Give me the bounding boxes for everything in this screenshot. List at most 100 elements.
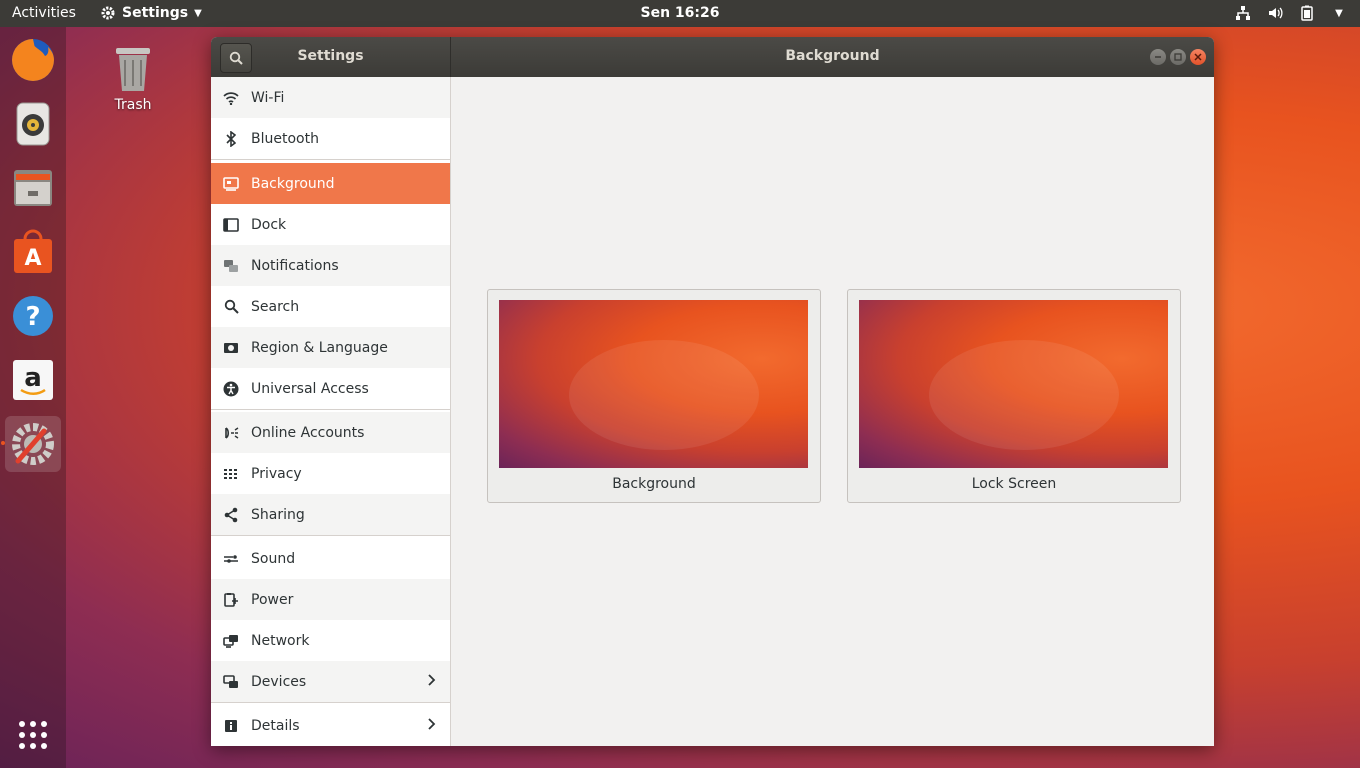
svg-text:A: A	[24, 246, 41, 271]
sound-icon	[221, 549, 241, 569]
sidebar-item-privacy[interactable]: Privacy	[211, 453, 450, 494]
desktop-trash[interactable]: Trash	[100, 45, 166, 113]
search-icon	[221, 297, 241, 317]
network-icon	[221, 631, 241, 651]
sidebar-item-label: Privacy	[251, 465, 302, 482]
page-title: Background	[785, 48, 880, 64]
chevron-right-icon	[428, 674, 436, 690]
sidebar-item-bluetooth[interactable]: Bluetooth	[211, 118, 450, 159]
minimize-icon	[1155, 56, 1161, 58]
top-bar: Activities Settings ▼ Sen 16:26 ▼	[0, 0, 1360, 27]
close-icon	[1194, 53, 1202, 61]
sidebar-item-network[interactable]: Network	[211, 620, 450, 661]
dock-icon	[221, 215, 241, 235]
network-wired-icon[interactable]	[1234, 4, 1252, 22]
svg-text:?: ?	[25, 302, 40, 332]
sidebar-item-wifi[interactable]: Wi-Fi	[211, 77, 450, 118]
help-icon: ?	[13, 296, 53, 336]
trash-icon	[116, 48, 150, 91]
sidebar-item-label: Bluetooth	[251, 130, 319, 147]
system-tray[interactable]: ▼	[1234, 4, 1348, 22]
sidebar-item-label: Search	[251, 298, 300, 315]
dock: A ? a	[0, 27, 66, 768]
firefox-launcher[interactable]	[5, 32, 61, 88]
sidebar-separator	[211, 535, 450, 536]
lock-screen-preview	[859, 300, 1168, 468]
sidebar-item-label: Universal Access	[251, 380, 369, 397]
sidebar-item-label: Notifications	[251, 257, 339, 274]
close-button[interactable]	[1190, 49, 1206, 65]
chevron-down-icon: ▼	[194, 7, 202, 19]
sidebar-item-label: Network	[251, 632, 310, 649]
power-icon	[221, 590, 241, 610]
running-indicator	[1, 441, 5, 445]
sidebar-separator	[211, 159, 450, 160]
svg-text:a: a	[24, 363, 42, 393]
notifications-icon	[221, 256, 241, 276]
amazon-launcher[interactable]: a	[5, 352, 61, 408]
sidebar-item-dock[interactable]: Dock	[211, 204, 450, 245]
sidebar-item-label: Wi-Fi	[251, 89, 285, 106]
software-launcher[interactable]: A	[5, 224, 61, 280]
chevron-down-icon[interactable]: ▼	[1330, 4, 1348, 22]
show-applications-button[interactable]	[5, 707, 61, 763]
files-icon	[14, 170, 52, 206]
background-card[interactable]: Background	[487, 289, 821, 503]
bluetooth-icon	[221, 129, 241, 149]
sidebar-item-label: Sound	[251, 550, 296, 567]
volume-icon[interactable]	[1266, 4, 1284, 22]
sidebar-item-sound[interactable]: Sound	[211, 538, 450, 579]
maximize-icon	[1174, 53, 1182, 61]
trash-label: Trash	[114, 97, 152, 113]
help-launcher[interactable]: ?	[5, 288, 61, 344]
chevron-right-icon	[428, 718, 436, 734]
background-panel: Background Lock Screen	[451, 77, 1214, 746]
software-icon: A	[14, 229, 52, 273]
privacy-icon	[221, 464, 241, 484]
sidebar-item-online-accounts[interactable]: Online Accounts	[211, 412, 450, 453]
app-menu-label: Settings	[122, 5, 189, 21]
sidebar-item-background[interactable]: Background	[211, 163, 450, 204]
firefox-icon	[12, 39, 54, 81]
sharing-icon	[221, 505, 241, 525]
sidebar-item-label: Devices	[251, 673, 307, 690]
battery-icon[interactable]	[1298, 4, 1316, 22]
minimize-button[interactable]	[1150, 49, 1166, 65]
app-grid-icon	[19, 721, 47, 749]
sidebar-item-power[interactable]: Power	[211, 579, 450, 620]
online-accounts-icon	[221, 423, 241, 443]
devices-icon	[221, 672, 241, 692]
sidebar-item-label: Power	[251, 591, 294, 608]
files-launcher[interactable]	[5, 160, 61, 216]
sidebar-item-sharing[interactable]: Sharing	[211, 494, 450, 535]
sidebar-title: Settings	[297, 48, 364, 64]
activities-button[interactable]: Activities	[12, 5, 76, 21]
sidebar-item-label: Region & Language	[251, 339, 388, 356]
rhythmbox-launcher[interactable]	[5, 96, 61, 152]
title-bar[interactable]: Settings Background	[211, 37, 1214, 77]
clock[interactable]: Sen 16:26	[641, 5, 720, 21]
maximize-button[interactable]	[1170, 49, 1186, 65]
settings-sidebar: Wi-Fi Bluetooth Background Dock Notifica…	[211, 77, 451, 746]
background-card-label: Background	[612, 476, 696, 492]
app-menu[interactable]: Settings ▼	[100, 5, 202, 21]
sidebar-item-devices[interactable]: Devices	[211, 661, 450, 702]
settings-launcher[interactable]	[5, 416, 61, 472]
sidebar-item-label: Online Accounts	[251, 424, 365, 441]
background-preview	[499, 300, 808, 468]
sidebar-item-details[interactable]: Details	[211, 705, 450, 746]
lock-screen-card[interactable]: Lock Screen	[847, 289, 1181, 503]
wifi-icon	[221, 88, 241, 108]
sidebar-separator	[211, 409, 450, 410]
window-controls	[1150, 49, 1206, 65]
sidebar-item-label: Details	[251, 717, 300, 734]
sidebar-item-search[interactable]: Search	[211, 286, 450, 327]
sidebar-item-notifications[interactable]: Notifications	[211, 245, 450, 286]
background-icon	[221, 174, 241, 194]
settings-gear-icon	[101, 6, 115, 20]
amazon-icon: a	[13, 360, 53, 400]
region-icon	[221, 338, 241, 358]
sidebar-item-region[interactable]: Region & Language	[211, 327, 450, 368]
sidebar-item-universal-access[interactable]: Universal Access	[211, 368, 450, 409]
sidebar-item-label: Sharing	[251, 506, 305, 523]
